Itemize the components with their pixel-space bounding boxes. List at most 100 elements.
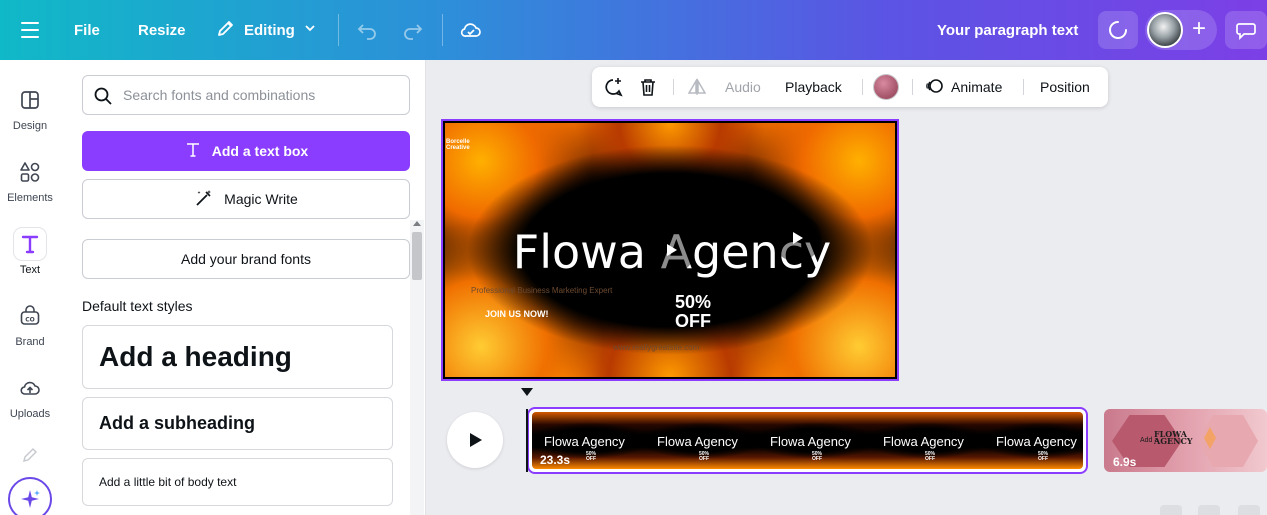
add-collaborator-icon[interactable]: + xyxy=(1187,17,1211,42)
file-menu-button[interactable]: File xyxy=(74,0,100,60)
timeline-clip-1[interactable]: Flowa Agency 50% OFF Flowa Agency 50% OFF Fl… xyxy=(527,407,1088,474)
undo-icon[interactable] xyxy=(355,18,379,42)
bottom-control-ghost[interactable] xyxy=(1198,505,1220,515)
clip-trim-handle[interactable] xyxy=(526,409,528,472)
video-play-icon[interactable] xyxy=(647,226,695,274)
cloud-saved-icon[interactable] xyxy=(459,18,483,42)
rail-item-elements[interactable]: Elements xyxy=(0,152,60,216)
text-panel: Search fonts and combinations Add a text… xyxy=(60,60,426,515)
rail-item-brand[interactable]: CO Brand xyxy=(0,296,60,360)
clip-frame: Flowa Agency 50% OFF xyxy=(758,412,871,469)
avatar[interactable] xyxy=(1147,12,1183,48)
search-placeholder: Search fonts and combinations xyxy=(123,87,316,103)
pen-icon xyxy=(14,442,46,468)
top-bar: File Resize Editing Your paragraph text … xyxy=(0,0,1267,60)
rail-label: Uploads xyxy=(9,408,51,420)
rail-label: Design xyxy=(12,120,48,132)
comment-icon xyxy=(1236,23,1256,41)
toolbar-divider xyxy=(1023,79,1024,95)
add-body-text-card[interactable]: Add a little bit of body text xyxy=(82,458,393,506)
bottom-control-ghost[interactable] xyxy=(1238,505,1260,515)
text-T-icon xyxy=(184,141,202,162)
brand-icon: CO xyxy=(14,300,46,332)
default-text-styles-heading: Default text styles xyxy=(82,298,193,314)
playhead-marker-icon[interactable] xyxy=(521,388,533,396)
toolbar-divider xyxy=(338,14,339,46)
animate-button[interactable]: Animate xyxy=(925,67,1002,107)
rail-item-draw[interactable] xyxy=(0,438,60,468)
magic-write-label: Magic Write xyxy=(224,191,298,207)
side-navigation-rail: Design Elements Text CO Brand Uploads xyxy=(0,60,60,515)
panel-scrollbar[interactable] xyxy=(410,220,424,515)
color-swatch-button[interactable] xyxy=(874,67,898,107)
timeline-play-button[interactable] xyxy=(447,412,503,468)
design-title[interactable]: Your paragraph text xyxy=(937,0,1078,60)
bottom-control-ghost[interactable] xyxy=(1160,505,1182,515)
rail-item-design[interactable]: Design xyxy=(0,80,60,144)
add-heading-card[interactable]: Add a heading xyxy=(82,325,393,389)
slide-subtitle-text[interactable]: Professional Business Marketing Expert xyxy=(471,286,612,295)
trash-icon[interactable] xyxy=(638,67,658,107)
heading-label: Add a heading xyxy=(99,341,292,372)
frame-offer-2: OFF xyxy=(925,456,935,462)
add-subheading-card[interactable]: Add a subheading xyxy=(82,397,393,450)
frame-title: Flowa Agency xyxy=(770,434,851,449)
search-input[interactable]: Search fonts and combinations xyxy=(82,75,410,115)
rail-label: Elements xyxy=(7,192,53,204)
flip-icon[interactable] xyxy=(686,67,708,107)
toolbar-divider xyxy=(912,79,913,95)
animate-label: Animate xyxy=(951,79,1003,95)
rail-label: Text xyxy=(19,264,41,276)
frame-offer: 50% OFF xyxy=(925,452,935,462)
add-text-box-button[interactable]: Add a text box xyxy=(82,131,410,171)
frame-offer-2: OFF xyxy=(699,456,709,462)
video-play-icon[interactable] xyxy=(773,214,821,262)
text-T-icon xyxy=(14,228,46,260)
body-text-label: Add a little bit of body text xyxy=(99,475,237,489)
toolbar-divider xyxy=(862,79,863,95)
magic-wand-icon xyxy=(194,188,214,211)
clip-frame: Flowa Agency 50% OFF xyxy=(645,412,758,469)
resize-button[interactable]: Resize xyxy=(138,0,186,60)
sparkle-icon xyxy=(21,490,40,508)
slide-url-text[interactable]: www.reallygreatsite.com xyxy=(613,343,699,352)
add-brand-fonts-button[interactable]: Add your brand fonts xyxy=(82,239,410,279)
frame-offer-2: OFF xyxy=(812,456,822,462)
selected-page-slide[interactable]: Borcelle Creative Flowa Agency Professio… xyxy=(441,119,899,381)
scroll-up-arrow-icon[interactable] xyxy=(413,221,421,226)
slide-join-text[interactable]: JOIN US NOW! xyxy=(485,309,549,319)
comments-button[interactable] xyxy=(1225,11,1267,49)
clip-2-duration: 6.9s xyxy=(1113,455,1137,469)
magic-sparkle-button[interactable] xyxy=(8,477,52,515)
playback-button[interactable]: Playback xyxy=(785,67,842,107)
frame-offer: 50% OFF xyxy=(699,452,709,462)
animate-icon xyxy=(925,76,945,99)
rail-item-uploads[interactable]: Uploads xyxy=(0,368,60,432)
magic-write-button[interactable]: Magic Write xyxy=(82,179,410,219)
play-icon xyxy=(470,433,482,447)
clip-thumbnails: Flowa Agency 50% OFF Flowa Agency 50% OFF Fl… xyxy=(532,412,1083,469)
collaborators-group[interactable]: + xyxy=(1145,10,1217,50)
svg-text:CO: CO xyxy=(25,317,35,324)
clip-1-duration: 23.3s xyxy=(540,453,571,467)
audio-button[interactable]: Audio xyxy=(725,67,761,107)
rail-item-text[interactable]: Text xyxy=(0,224,60,288)
clip-2-sub: Add a xyxy=(1140,437,1159,444)
add-comment-icon[interactable] xyxy=(602,67,624,107)
position-button[interactable]: Position xyxy=(1040,67,1090,107)
slide-offer-text[interactable]: 50% OFF xyxy=(675,293,711,331)
brand-fonts-label: Add your brand fonts xyxy=(181,251,311,267)
slide-logo-text[interactable]: Borcelle Creative xyxy=(446,139,476,151)
frame-offer-2: OFF xyxy=(586,456,596,462)
redo-icon[interactable] xyxy=(401,18,425,42)
loading-spinner-button[interactable] xyxy=(1098,11,1138,49)
frame-title: Flowa Agency xyxy=(544,434,625,449)
scrollbar-thumb[interactable] xyxy=(412,232,422,280)
search-icon xyxy=(93,86,113,109)
frame-offer: 50% OFF xyxy=(812,452,822,462)
rail-label: Brand xyxy=(15,336,45,348)
frame-offer-2: OFF xyxy=(1038,456,1048,462)
chevron-down-icon xyxy=(303,21,317,39)
editing-mode-dropdown[interactable]: Editing xyxy=(216,0,317,60)
hamburger-menu-icon[interactable] xyxy=(20,19,40,41)
